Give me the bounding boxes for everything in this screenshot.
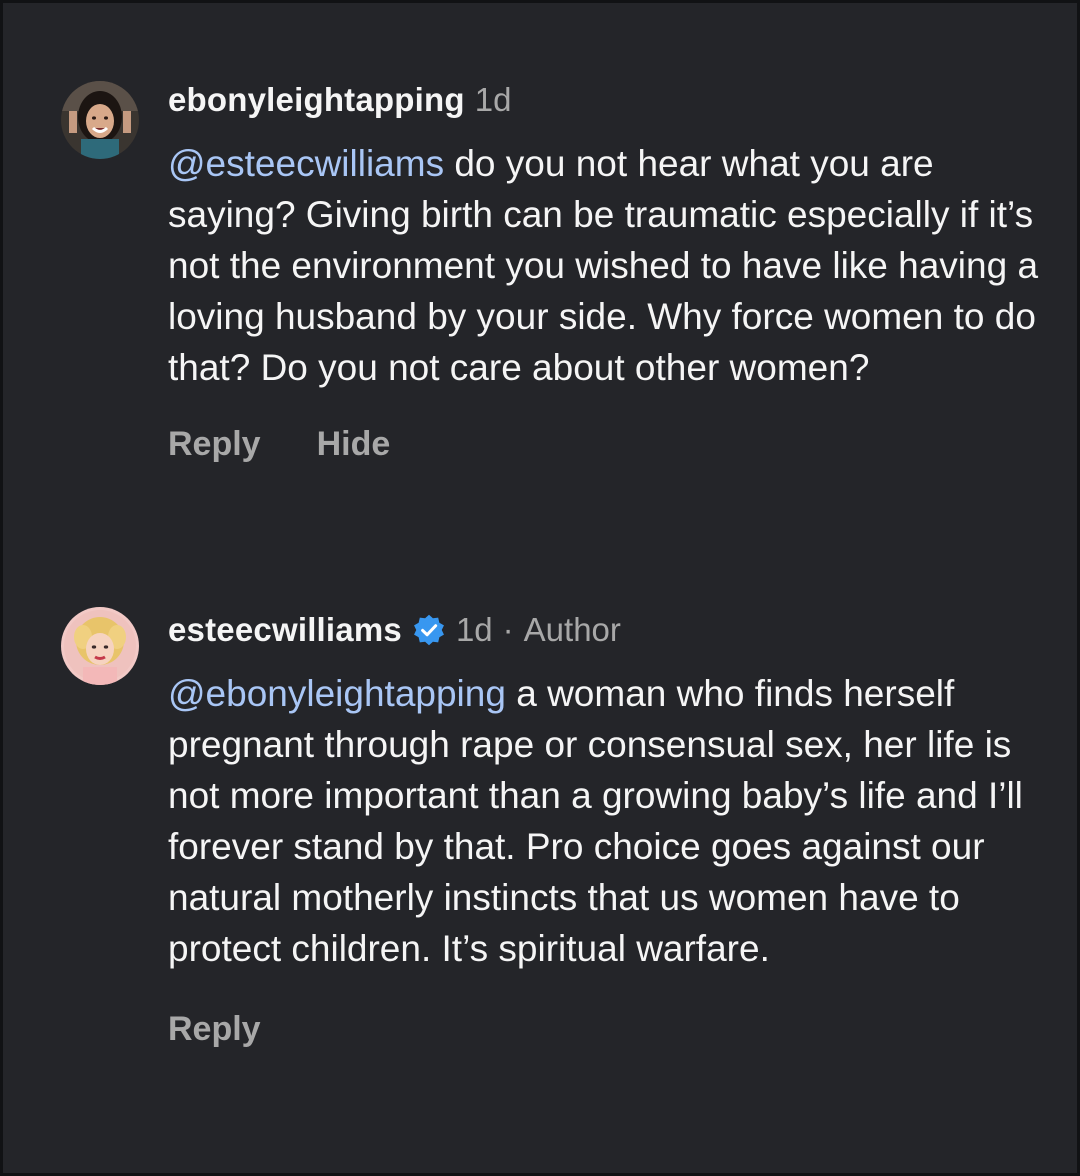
- comment-header: esteecwilliams 1d · Author: [168, 610, 1069, 650]
- mention-link[interactable]: @esteecwilliams: [168, 143, 444, 184]
- comment-body: a woman who finds herself pregnant throu…: [168, 673, 1023, 969]
- comment-text: @ebonyleightapping a woman who finds her…: [168, 668, 1069, 974]
- avatar[interactable]: [61, 607, 139, 685]
- comment-text: @esteecwilliams do you not hear what you…: [168, 138, 1069, 393]
- timestamp: 1d: [474, 81, 512, 118]
- comment-header: ebonyleightapping 1d: [168, 80, 1069, 120]
- comment-actions: Reply Hide: [168, 425, 1069, 464]
- username[interactable]: ebonyleightapping: [168, 81, 465, 119]
- comment-actions: Reply: [168, 1010, 1069, 1049]
- author-badge: Author: [523, 611, 621, 648]
- separator-dot: ·: [502, 611, 514, 648]
- reply-button[interactable]: Reply: [168, 1010, 261, 1049]
- reply-button[interactable]: Reply: [168, 425, 261, 464]
- mention-link[interactable]: @ebonyleightapping: [168, 673, 506, 714]
- hide-button[interactable]: Hide: [317, 425, 391, 464]
- avatar[interactable]: [61, 81, 139, 159]
- username[interactable]: esteecwilliams: [168, 611, 402, 649]
- timestamp: 1d: [455, 611, 493, 648]
- verified-badge-icon: [412, 613, 446, 647]
